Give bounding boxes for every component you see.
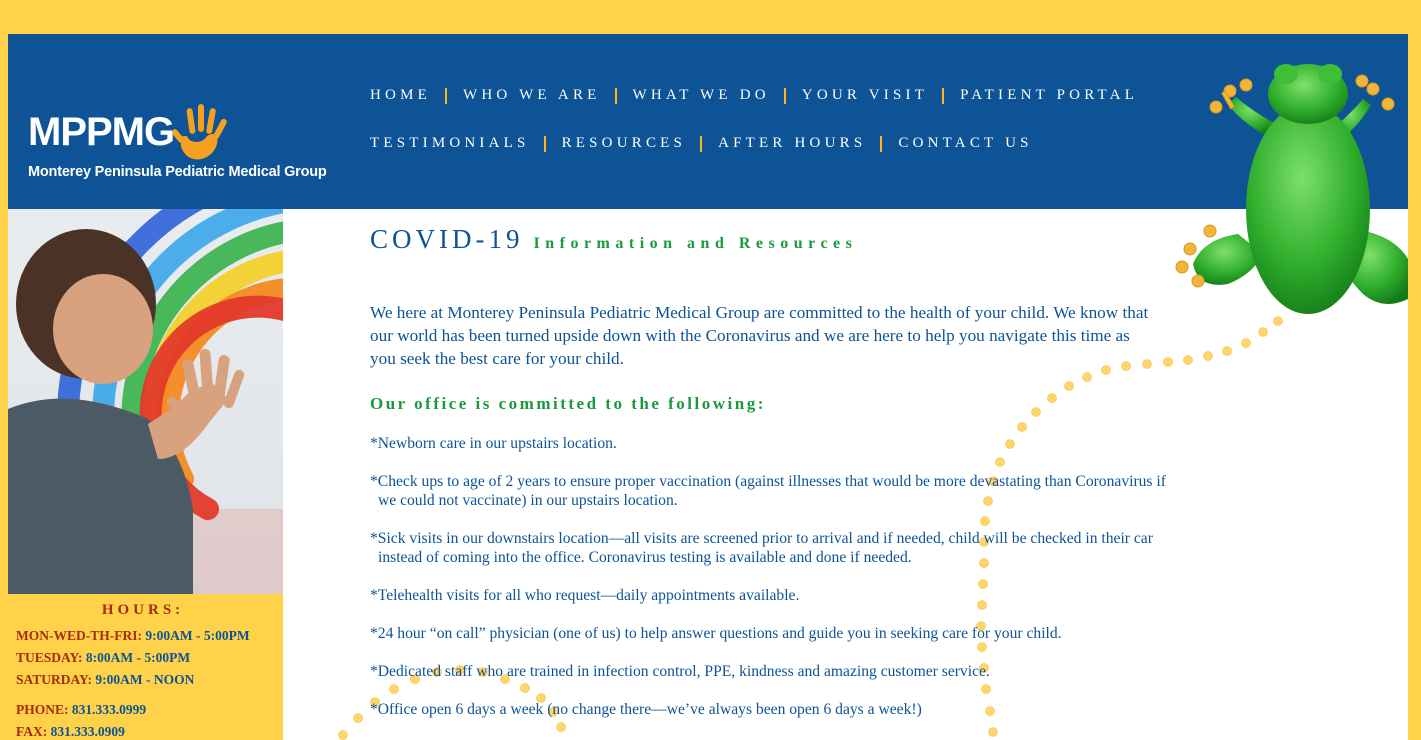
hand-print-icon bbox=[173, 104, 227, 160]
list-item-line: *Check ups to age of 2 years to ensure p… bbox=[370, 473, 1166, 490]
nav-resources[interactable]: RESOURCES bbox=[562, 135, 687, 152]
logo-wordmark[interactable]: MPPMG bbox=[28, 112, 175, 152]
list-item-line: *24 hour “on call” physician (one of us)… bbox=[370, 625, 1062, 642]
hours-label: TUESDAY: bbox=[16, 650, 83, 665]
fax-label: FAX: bbox=[16, 724, 48, 739]
hours-label: MON-WED-TH-FRI: bbox=[16, 628, 142, 643]
nav-separator bbox=[614, 87, 617, 104]
hours-value: 8:00AM - 5:00PM bbox=[85, 650, 191, 665]
hours-value: 9:00AM - 5:00PM bbox=[145, 628, 250, 643]
nav-patient-portal[interactable]: PATIENT PORTAL bbox=[960, 87, 1138, 104]
list-item-line: *Office open 6 days a week (no change th… bbox=[370, 701, 922, 718]
list-item-line: *Sick visits in our downstairs location—… bbox=[370, 530, 1153, 547]
hours-label: SATURDAY: bbox=[16, 672, 93, 687]
intro-paragraph: We here at Monterey Peninsula Pediatric … bbox=[370, 303, 1149, 368]
list-item-line: *Newborn care in our upstairs location. bbox=[370, 435, 617, 452]
nav-separator bbox=[783, 87, 786, 104]
page-frame: MPPMG Monterey Peninsula Pediatric Medic… bbox=[8, 34, 1408, 740]
hours-row-mon-wed-th-fri: MON-WED-TH-FRI: 9:00AM - 5:00PM bbox=[16, 628, 250, 644]
nav-separator bbox=[700, 135, 703, 152]
nav-what-we-do[interactable]: WHAT WE DO bbox=[633, 87, 770, 104]
list-item: *24 hour “on call” physician (one of us)… bbox=[370, 624, 1290, 643]
list-item: *Check ups to age of 2 years to ensure p… bbox=[370, 472, 1290, 510]
practice-name: Monterey Peninsula Pediatric Medical Gro… bbox=[28, 164, 327, 180]
phone-number-link[interactable]: 831.333.0999 bbox=[72, 702, 146, 717]
nav-row-secondary: TESTIMONIALS RESOURCES AFTER HOURS CONTA… bbox=[370, 135, 1033, 152]
phone-row: PHONE: 831.333.0999 bbox=[16, 702, 146, 718]
fax-number: 831.333.0909 bbox=[50, 724, 125, 739]
list-item-line-continued: instead of coming into the office. Coron… bbox=[378, 549, 912, 566]
hours-value: 9:00AM - NOON bbox=[95, 672, 195, 687]
child-rainbow-photo bbox=[8, 209, 283, 594]
nav-your-visit[interactable]: YOUR VISIT bbox=[802, 87, 928, 104]
page-title-sub: Information and Resources bbox=[533, 235, 858, 252]
nav-who-we-are[interactable]: WHO WE ARE bbox=[463, 87, 601, 104]
nav-separator bbox=[942, 87, 945, 104]
nav-separator bbox=[880, 135, 883, 152]
hours-title: HOURS: bbox=[101, 602, 185, 618]
list-item-line: *Telehealth visits for all who request—d… bbox=[370, 587, 800, 604]
nav-separator bbox=[444, 87, 447, 104]
fax-row: FAX: 831.333.0909 bbox=[16, 724, 125, 740]
page-title: COVID-19 Information and Resources bbox=[370, 224, 857, 255]
nav-contact-us[interactable]: CONTACT US bbox=[898, 135, 1032, 152]
hours-row-tuesday: TUESDAY: 8:00AM - 5:00PM bbox=[16, 650, 190, 666]
list-item: *Telehealth visits for all who request—d… bbox=[370, 586, 1290, 605]
list-item: *Newborn care in our upstairs location. bbox=[370, 434, 1290, 453]
nav-separator bbox=[543, 135, 546, 152]
rainbow-illustration bbox=[8, 209, 283, 594]
nav-testimonials[interactable]: TESTIMONIALS bbox=[370, 135, 530, 152]
list-item: *Dedicated staff who are trained in infe… bbox=[370, 662, 1290, 681]
phone-label: PHONE: bbox=[16, 702, 69, 717]
tree-frog-illustration bbox=[1175, 64, 1408, 314]
committed-heading: Our office is committed to the following… bbox=[370, 394, 766, 413]
nav-after-hours[interactable]: AFTER HOURS bbox=[718, 135, 866, 152]
office-hours-panel: HOURS: MON-WED-TH-FRI: 9:00AM - 5:00PM T… bbox=[8, 594, 283, 740]
nav-row-primary: HOME WHO WE ARE WHAT WE DO YOUR VISIT PA… bbox=[370, 87, 1138, 104]
hours-row-saturday: SATURDAY: 9:00AM - NOON bbox=[16, 672, 194, 688]
list-item: *Office open 6 days a week (no change th… bbox=[370, 700, 1290, 719]
list-item-line: *Dedicated staff who are trained in infe… bbox=[370, 663, 990, 680]
list-item-line-continued: we could not vaccinate) in our upstairs … bbox=[378, 492, 678, 509]
list-item: *Sick visits in our downstairs location—… bbox=[370, 529, 1290, 567]
nav-home[interactable]: HOME bbox=[370, 87, 431, 104]
page-title-main: COVID-19 bbox=[370, 224, 524, 254]
